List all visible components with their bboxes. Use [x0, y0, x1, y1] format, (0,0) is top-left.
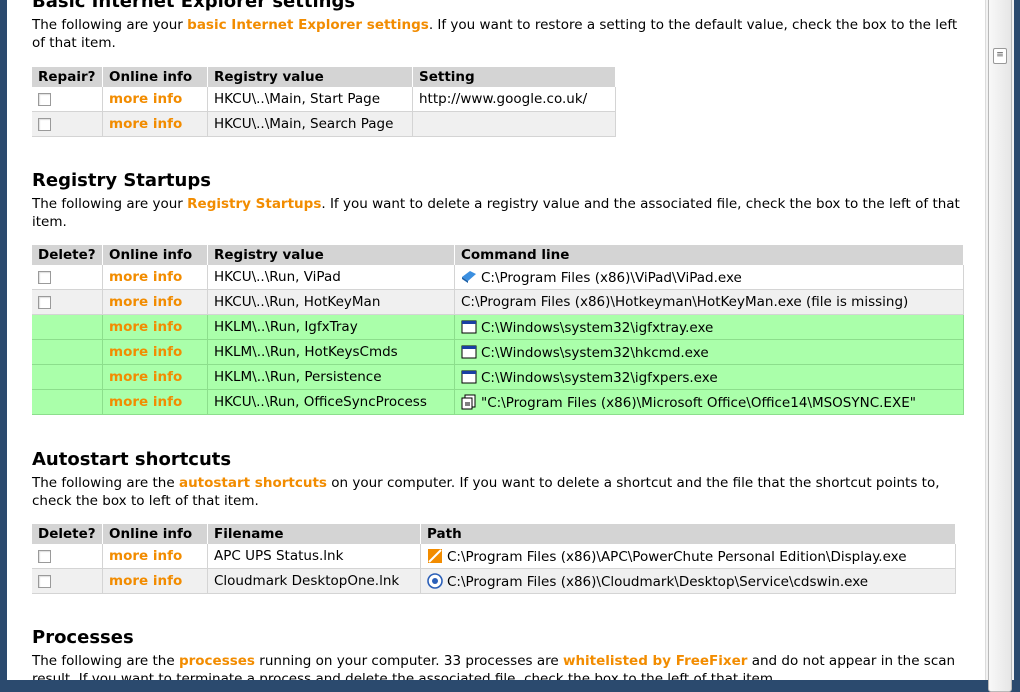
col-header-online-info: Online info: [102, 67, 208, 87]
col-header-online-info: Online info: [102, 524, 208, 544]
col-header-registry-value: Registry value: [207, 67, 413, 87]
command-line-value: C:\Windows\system32\hkcmd.exe: [481, 344, 709, 361]
more-info-link[interactable]: more info: [102, 544, 208, 569]
more-info-link[interactable]: more info: [102, 289, 208, 315]
more-info-link[interactable]: more info: [102, 87, 208, 112]
registry-value: HKLM\..\Run, IgfxTray: [207, 314, 455, 340]
scroll-grip-icon: ≡: [993, 48, 1007, 64]
repair-checkbox[interactable]: [38, 92, 51, 106]
setting-value: http://www.google.co.uk/: [412, 87, 616, 112]
vertical-scrollbar[interactable]: ≡: [985, 0, 1015, 692]
cloudmark-icon: [427, 572, 443, 589]
registry-value: HKLM\..\Run, Persistence: [207, 364, 455, 390]
office-sync-icon: [461, 394, 476, 409]
more-info-link[interactable]: more info: [102, 568, 208, 594]
ie-settings-link[interactable]: basic Internet Explorer settings: [187, 17, 429, 33]
col-header-registry-value: Registry value: [207, 245, 455, 265]
window-app-icon: [461, 345, 477, 358]
shortcut-filename: APC UPS Status.lnk: [207, 544, 421, 569]
command-line-value: C:\Windows\system32\igfxpers.exe: [481, 369, 718, 386]
table-row: more info HKCU\..\Main, Start Page http:…: [32, 87, 616, 112]
ie-settings-heading: Basic Internet Explorer settings: [32, 0, 356, 12]
command-line-value: C:\Program Files (x86)\ViPad\ViPad.exe: [481, 269, 742, 286]
repair-checkbox[interactable]: [38, 117, 51, 131]
scrollbar-thumb[interactable]: ≡: [988, 0, 1012, 692]
col-header-filename: Filename: [207, 524, 421, 544]
table-row: more info HKCU\..\Run, HotKeyMan C:\Prog…: [32, 289, 964, 315]
whitelisted-link[interactable]: whitelisted by FreeFixer: [563, 653, 747, 669]
registry-value: HKCU\..\Main, Start Page: [207, 87, 413, 112]
registry-startups-heading: Registry Startups: [32, 170, 211, 191]
delete-checkbox[interactable]: [38, 549, 51, 563]
more-info-link[interactable]: more info: [102, 339, 208, 365]
shortcut-path: C:\Program Files (x86)\Cloudmark\Desktop…: [447, 573, 869, 590]
more-info-link[interactable]: more info: [102, 314, 208, 340]
registry-value: HKCU\..\Main, Search Page: [207, 111, 413, 137]
vipad-icon: [462, 270, 476, 283]
more-info-link[interactable]: more info: [102, 265, 208, 290]
registry-value: HKCU\..\Run, HotKeyMan: [207, 289, 455, 315]
window-app-icon: [461, 320, 477, 333]
delete-checkbox[interactable]: [38, 270, 51, 284]
more-info-link[interactable]: more info: [102, 364, 208, 390]
processes-heading: Processes: [32, 627, 134, 648]
table-row-whitelisted: more info HKLM\..\Run, Persistence C:\Wi…: [32, 364, 964, 390]
col-header-path: Path: [420, 524, 956, 544]
ie-settings-description: The following are your basic Internet Ex…: [32, 17, 958, 51]
registry-value: HKCU\..\Run, OfficeSyncProcess: [207, 389, 455, 415]
registry-value: HKCU\..\Run, ViPad: [207, 265, 455, 290]
command-line-value: C:\Program Files (x86)\Hotkeyman\HotKeyM…: [454, 289, 964, 315]
processes-link[interactable]: processes: [179, 653, 255, 669]
ie-settings-table: Repair? Online info Registry value Setti…: [32, 67, 616, 137]
table-row: more info Cloudmark DesktopOne.lnk C:\Pr…: [32, 568, 956, 594]
more-info-link[interactable]: more info: [102, 111, 208, 137]
shortcut-path: C:\Program Files (x86)\APC\PowerChute Pe…: [447, 548, 907, 565]
table-row-whitelisted: more info HKCU\..\Run, OfficeSyncProcess…: [32, 389, 964, 415]
autostart-shortcuts-link[interactable]: autostart shortcuts: [179, 475, 327, 491]
command-line-value: "C:\Program Files (x86)\Microsoft Office…: [481, 394, 916, 411]
col-header-repair: Repair?: [32, 67, 103, 87]
apc-icon: [428, 548, 442, 563]
autostart-shortcuts-table: Delete? Online info Filename Path more i…: [32, 524, 956, 594]
col-header-command-line: Command line: [454, 245, 964, 265]
registry-startups-description: The following are your Registry Startups…: [32, 196, 960, 230]
shortcut-filename: Cloudmark DesktopOne.lnk: [207, 568, 421, 594]
registry-startups-table: Delete? Online info Registry value Comma…: [32, 245, 964, 415]
setting-value: [412, 111, 616, 137]
table-row-whitelisted: more info HKLM\..\Run, HotKeysCmds C:\Wi…: [32, 339, 964, 365]
table-row: more info HKCU\..\Main, Search Page: [32, 111, 616, 137]
col-header-online-info: Online info: [102, 245, 208, 265]
scan-result-page: Basic Internet Explorer settings The fol…: [7, 0, 985, 680]
registry-startups-link[interactable]: Registry Startups: [187, 196, 321, 212]
autostart-shortcuts-heading: Autostart shortcuts: [32, 449, 232, 470]
col-header-setting: Setting: [412, 67, 616, 87]
processes-description: The following are the processes running …: [32, 653, 956, 680]
table-row-whitelisted: more info HKLM\..\Run, IgfxTray C:\Windo…: [32, 314, 964, 340]
delete-checkbox[interactable]: [38, 295, 51, 309]
table-row: more info HKCU\..\Run, ViPad C:\Program …: [32, 265, 964, 290]
autostart-shortcuts-description: The following are the autostart shortcut…: [32, 475, 940, 509]
window-app-icon: [461, 370, 477, 383]
delete-checkbox[interactable]: [38, 574, 51, 588]
col-header-delete: Delete?: [32, 524, 103, 544]
more-info-link[interactable]: more info: [102, 389, 208, 415]
command-line-value: C:\Windows\system32\igfxtray.exe: [481, 319, 714, 336]
col-header-delete: Delete?: [32, 245, 103, 265]
registry-value: HKLM\..\Run, HotKeysCmds: [207, 339, 455, 365]
window-frame: [1014, 0, 1020, 680]
table-row: more info APC UPS Status.lnk C:\Program …: [32, 544, 956, 569]
